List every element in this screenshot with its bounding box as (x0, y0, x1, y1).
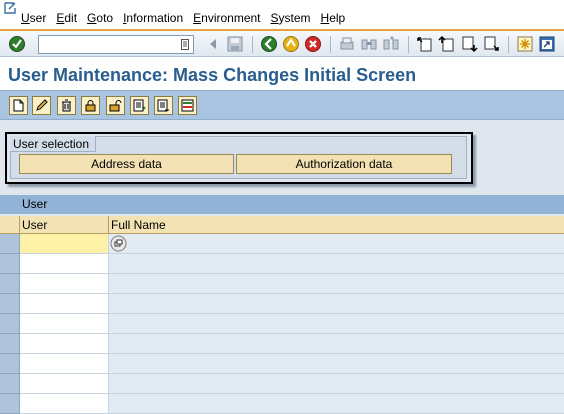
full-name-cell (109, 254, 564, 274)
menu-help[interactable]: Help (321, 11, 346, 26)
toolbar-separator (252, 36, 253, 53)
full-name-cell (109, 334, 564, 354)
create-button[interactable] (9, 96, 28, 115)
list-import-icon (133, 99, 146, 112)
create-icon (13, 99, 24, 112)
first-page-icon[interactable] (416, 35, 434, 53)
row-selector[interactable] (0, 394, 20, 414)
full-name-cell (109, 234, 564, 254)
table-row (0, 294, 564, 314)
find-next-icon[interactable] (382, 35, 400, 53)
user-selection-group: User selection Address data Authorizatio… (10, 136, 467, 179)
row-selector[interactable] (0, 374, 20, 394)
user-cell[interactable] (20, 334, 109, 354)
delete-button[interactable] (57, 96, 76, 115)
menu-goto[interactable]: Goto (87, 11, 113, 26)
menu-information[interactable]: Information (123, 11, 183, 26)
table-row (0, 374, 564, 394)
user-cell[interactable] (20, 354, 109, 374)
list-import-button[interactable] (130, 96, 149, 115)
row-selector[interactable] (0, 294, 20, 314)
previous-page-icon[interactable] (438, 35, 456, 53)
table-row (0, 274, 564, 294)
shortcut-icon[interactable] (538, 35, 556, 53)
menu-system[interactable]: System (271, 11, 311, 26)
row-selector[interactable] (0, 354, 20, 374)
user-cell[interactable] (20, 394, 109, 414)
full-name-cell (109, 274, 564, 294)
address-data-button[interactable]: Address data (19, 154, 234, 174)
table-header: User Full Name (0, 216, 564, 234)
exit-icon[interactable] (282, 35, 300, 53)
select-icon (181, 99, 194, 112)
change-icon (36, 99, 48, 111)
change-button[interactable] (32, 96, 51, 115)
row-selector[interactable] (0, 334, 20, 354)
full-name-cell (109, 374, 564, 394)
table-body (0, 234, 564, 414)
collapse-icon[interactable] (204, 35, 222, 53)
find-icon[interactable] (360, 35, 378, 53)
menu-edit[interactable]: Edit (56, 11, 77, 26)
select-all-cell[interactable] (0, 216, 20, 234)
enter-icon[interactable] (8, 35, 26, 53)
user-selection-frame: User selection Address data Authorizatio… (5, 132, 473, 184)
application-toolbar (0, 90, 564, 120)
toolbar-separator (330, 36, 331, 53)
system-menu-icon[interactable] (4, 2, 16, 14)
group-title: User selection (10, 136, 97, 152)
table-row (0, 334, 564, 354)
row-selector[interactable] (0, 274, 20, 294)
list-export-button[interactable] (154, 96, 173, 115)
user-cell[interactable] (20, 254, 109, 274)
last-page-icon[interactable] (482, 35, 500, 53)
table-row (0, 254, 564, 274)
lock-icon (85, 100, 96, 112)
table-row (0, 394, 564, 414)
menu-environment[interactable]: Environment (193, 11, 260, 26)
back-icon[interactable] (260, 35, 278, 53)
select-button[interactable] (178, 96, 197, 115)
row-selector[interactable] (0, 254, 20, 274)
command-field[interactable] (38, 35, 194, 54)
column-header-full-name[interactable]: Full Name (109, 216, 564, 234)
row-selector[interactable] (0, 234, 20, 254)
print-icon[interactable] (338, 35, 356, 53)
standard-toolbar (0, 31, 564, 57)
value-help-icon[interactable] (110, 235, 127, 252)
menu-bar: User Edit Goto Information Environment S… (0, 0, 564, 31)
column-header-user[interactable]: User (20, 216, 109, 234)
page-title: User Maintenance: Mass Changes Initial S… (8, 65, 417, 85)
full-name-cell (109, 314, 564, 334)
user-cell[interactable] (20, 314, 109, 334)
lock-button[interactable] (81, 96, 100, 115)
user-cell[interactable] (20, 274, 109, 294)
user-cell[interactable] (20, 234, 109, 254)
new-session-icon[interactable] (516, 35, 534, 53)
full-name-cell (109, 394, 564, 414)
table-row (0, 314, 564, 334)
row-selector[interactable] (0, 314, 20, 334)
table-row (0, 234, 564, 254)
user-cell[interactable] (20, 294, 109, 314)
table-title: User (0, 195, 564, 214)
save-icon[interactable] (226, 35, 244, 53)
full-name-cell (109, 354, 564, 374)
table-row (0, 354, 564, 374)
full-name-cell (109, 294, 564, 314)
delete-icon (62, 99, 71, 112)
unlock-icon (109, 100, 122, 112)
toolbar-separator (508, 36, 509, 53)
history-dropdown-icon[interactable] (181, 39, 189, 50)
authorization-data-button[interactable]: Authorization data (236, 154, 452, 174)
unlock-button[interactable] (106, 96, 125, 115)
cancel-icon[interactable] (304, 35, 322, 53)
user-cell[interactable] (20, 374, 109, 394)
list-export-icon (157, 99, 169, 112)
menu-user[interactable]: User (21, 11, 46, 26)
next-page-icon[interactable] (460, 35, 478, 53)
content-area: User selection Address data Authorizatio… (0, 120, 564, 414)
title-bar: User Maintenance: Mass Changes Initial S… (0, 57, 564, 90)
toolbar-separator (408, 36, 409, 53)
